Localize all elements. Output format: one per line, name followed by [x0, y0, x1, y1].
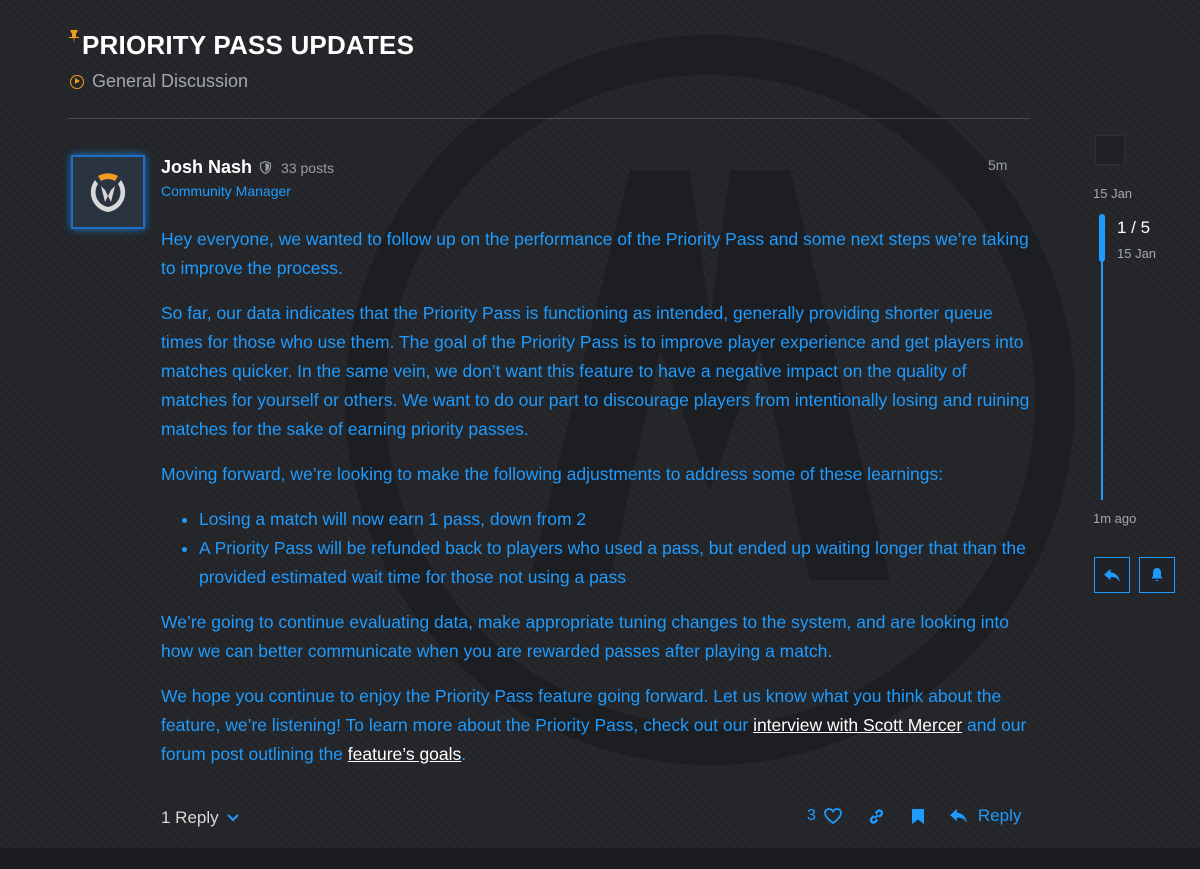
bookmark-icon[interactable] [911, 808, 925, 825]
paragraph: Moving forward, we’re looking to make th… [161, 464, 944, 484]
adjustments-list: Losing a match will now earn 1 pass, dow… [161, 505, 1031, 592]
category-name[interactable]: General Discussion [92, 71, 248, 92]
post-count: 33 posts [281, 159, 334, 176]
timeline-current-date: 15 Jan [1117, 246, 1157, 261]
topic-title[interactable]: PRIORITY PASS UPDATES [82, 30, 414, 61]
paragraph: We hope you continue to enjoy the Priori… [161, 682, 1031, 769]
reply-label: Reply [977, 806, 1022, 825]
timeline-end-date[interactable]: 1m ago [1093, 511, 1136, 526]
topic-header: PRIORITY PASS UPDATES General Discussion [68, 30, 414, 92]
notifications-button[interactable] [1139, 557, 1175, 593]
timeline-start-date[interactable]: 15 Jan [1093, 186, 1132, 201]
paragraph-text: . [461, 744, 467, 764]
footer-bar [0, 848, 1200, 869]
paragraph: We’re going to continue evaluating data,… [161, 612, 1009, 661]
pin-icon [68, 29, 80, 46]
header-divider [68, 118, 1030, 119]
author-info: Josh Nash 33 posts [161, 157, 334, 178]
interview-link[interactable]: interview with Scott Mercer [753, 715, 962, 735]
category-badge[interactable]: General Discussion [70, 71, 414, 92]
bell-icon [1151, 568, 1163, 582]
avatar[interactable] [71, 155, 145, 229]
replies-label: 1 Reply [161, 808, 219, 827]
paragraph: Hey everyone, we wanted to follow up on … [161, 229, 1029, 278]
reply-icon [949, 809, 967, 823]
timeline-reply-button[interactable] [1094, 557, 1130, 593]
post-body: Hey everyone, we wanted to follow up on … [161, 225, 1031, 785]
play-circle-icon [70, 74, 84, 89]
author-title: Community Manager [161, 183, 291, 199]
chevron-down-icon [226, 811, 239, 825]
list-item: A Priority Pass will be refunded back to… [199, 534, 1031, 592]
feature-goals-link[interactable]: feature’s goals [348, 744, 462, 764]
topic-timeline: 15 Jan 1 / 5 15 Jan 1m ago [1093, 130, 1200, 600]
timeline-top-box [1095, 135, 1125, 165]
post-time[interactable]: 5m [988, 157, 1007, 173]
overwatch-logo-icon [90, 173, 126, 212]
shield-icon [259, 160, 272, 175]
post-actions: 3 Reply [807, 806, 1021, 826]
replies-toggle-button[interactable]: 1 Reply [161, 808, 239, 828]
timeline-handle[interactable] [1099, 214, 1105, 262]
reply-icon [1104, 568, 1120, 582]
paragraph: So far, our data indicates that the Prio… [161, 303, 1030, 439]
link-icon[interactable] [868, 808, 885, 825]
reply-button[interactable]: Reply [949, 806, 1021, 826]
heart-icon[interactable] [824, 808, 842, 824]
list-item: Losing a match will now earn 1 pass, dow… [199, 505, 1031, 534]
like-count[interactable]: 3 [807, 807, 816, 825]
author-name[interactable]: Josh Nash [161, 157, 252, 178]
timeline-position: 1 / 5 [1117, 218, 1151, 237]
